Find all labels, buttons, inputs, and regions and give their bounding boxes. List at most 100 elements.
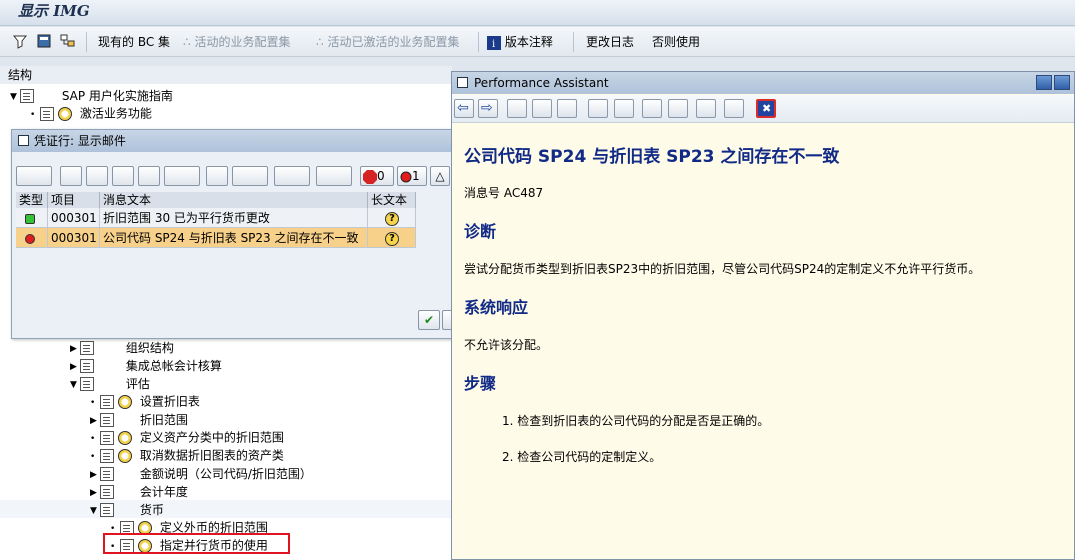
confirm-button[interactable]: ✔ [418, 310, 440, 330]
performance-assistant-window: Performance Assistant ⇦ ⇨ ✖ 公司代码 SP24 与折… [451, 71, 1075, 560]
warning-messages-button[interactable]: △ [430, 166, 450, 186]
message-log-popup: 凭证行: 显示邮件 0 1 △ 类型 项目 消息文本 长文本 000301 折旧… [11, 129, 456, 339]
tree-node-label: 设置折旧表 [139, 394, 200, 409]
longtext-cell[interactable]: ? [368, 228, 416, 248]
tree-node-label: 金额说明（公司代码/折旧范围） [139, 466, 312, 481]
hierarchy-icon[interactable] [60, 33, 76, 49]
expand-arrow-icon[interactable]: ▼ [90, 502, 100, 520]
usage-button[interactable]: 否则使用 [652, 33, 700, 50]
forward-button[interactable]: ⇨ [478, 99, 498, 118]
column-header-type[interactable]: 类型 [16, 192, 48, 208]
tree-node-business-functions[interactable]: • 激活业务功能 [30, 104, 152, 122]
tree-node-label: 组织结构 [125, 340, 174, 355]
tree-node-label: 集成总帐会计核算 [125, 358, 222, 373]
execute-clock-icon[interactable] [118, 394, 132, 409]
window-icon [18, 135, 29, 146]
warning-icon: △ [435, 169, 445, 183]
document-icon [100, 412, 114, 427]
expand-arrow-icon[interactable]: ▼ [70, 376, 80, 394]
help-icon[interactable]: ? [385, 211, 399, 226]
diagnosis-text: 尝试分配货币类型到折旧表SP23中的折旧范围，尽管公司代码SP24的定制定义不允… [464, 262, 981, 276]
error-led-icon [400, 171, 412, 182]
filter-dropdown-button[interactable] [164, 166, 200, 186]
tree-node-deactivate-asset-class[interactable]: • 取消数据折旧图表的资产类 [90, 446, 284, 464]
tree-node-org-structure[interactable]: ▶ 组织结构 [70, 338, 174, 356]
column-header-message[interactable]: 消息文本 [100, 192, 368, 208]
glossary-button[interactable] [507, 99, 527, 118]
stop-messages-button[interactable]: 0 [360, 166, 394, 186]
document-icon[interactable] [36, 33, 52, 49]
filter-icon[interactable] [12, 33, 28, 49]
document-icon [80, 358, 94, 373]
back-button[interactable]: ⇦ [454, 99, 474, 118]
toolbar-separator [86, 32, 87, 52]
active-activated-set-button[interactable]: ∴ 活动已激活的业务配置集 [316, 33, 459, 50]
edit-button[interactable] [557, 99, 577, 118]
system-response-text: 不允许该分配。 [464, 338, 549, 352]
find-button[interactable] [16, 166, 52, 186]
status-cell [16, 208, 48, 228]
help-icon[interactable]: ? [385, 231, 399, 246]
active-set-button[interactable]: ∴ 活动的业务配置集 [183, 33, 290, 50]
maximize-button[interactable] [1054, 75, 1070, 90]
document-icon [80, 376, 94, 391]
message-cell: 公司代码 SP24 与折旧表 SP23 之间存在不一致 [100, 228, 368, 248]
tree-node-label: 折旧范围 [139, 412, 188, 427]
active-activated-set-label: 活动已激活的业务配置集 [327, 35, 460, 49]
tree-node-currency[interactable]: ▼ 货币 [90, 500, 164, 518]
tree-node-amount-spec[interactable]: ▶ 金额说明（公司代码/折旧范围） [90, 464, 312, 482]
tree-node-fiscal-year[interactable]: ▶ 会计年度 [90, 482, 188, 500]
tree-node-depr-areas[interactable]: ▶ 折旧范围 [90, 410, 188, 428]
assistant-toolbar: ⇦ ⇨ ✖ [452, 95, 1074, 123]
print-button[interactable] [60, 166, 82, 186]
find-next-button[interactable] [138, 166, 160, 186]
tree-node-gl-integration[interactable]: ▶ 集成总帐会计核算 [70, 356, 222, 374]
bookmark-button[interactable] [668, 99, 688, 118]
diagnosis-title: 诊断 [464, 222, 497, 241]
message-cell: 折旧范围 30 已为平行货币更改 [100, 208, 368, 228]
release-notes-button[interactable]: i 版本注释 [487, 33, 553, 50]
minimize-button[interactable] [1036, 75, 1052, 90]
notes-button[interactable] [588, 99, 608, 118]
technical-info-button[interactable] [532, 99, 552, 118]
print-button[interactable] [724, 99, 744, 118]
tree-node-depr-chart[interactable]: • 设置折旧表 [90, 392, 200, 410]
expand-arrow-icon[interactable]: ▼ [10, 88, 20, 106]
assistant-header: Performance Assistant [452, 72, 1074, 94]
error-count: 1 [412, 169, 420, 183]
document-icon [20, 88, 34, 103]
longtext-cell[interactable]: ? [368, 208, 416, 228]
print-preview-button[interactable] [206, 166, 228, 186]
views-button[interactable] [232, 166, 268, 186]
table-row[interactable]: 000301 公司代码 SP24 与折旧表 SP23 之间存在不一致 ? [16, 228, 416, 248]
tree-node-label: 评估 [125, 376, 150, 391]
tree-node-asset-class-depr[interactable]: • 定义资产分类中的折旧范围 [90, 428, 284, 446]
export-button[interactable] [274, 166, 310, 186]
item-cell: 000301 [48, 208, 100, 228]
window-icon [457, 77, 468, 88]
binoculars-button[interactable] [112, 166, 134, 186]
table-button[interactable] [642, 99, 662, 118]
main-toolbar: 现有的 BC 集 ∴ 活动的业务配置集 ∴ 活动已激活的业务配置集 i 版本注释… [0, 27, 1075, 57]
procedure-step-2: 2. 检查公司代码的定制定义。 [502, 450, 662, 464]
column-header-longtext[interactable]: 长文本 [368, 192, 416, 208]
execute-clock-icon[interactable] [118, 430, 132, 445]
system-response-title: 系统响应 [464, 298, 529, 317]
procedure-title: 步骤 [464, 374, 497, 393]
layout-button[interactable] [316, 166, 352, 186]
message-number: 消息号 AC487 [464, 186, 544, 200]
execute-clock-icon[interactable] [118, 448, 132, 463]
filter-button[interactable] [86, 166, 108, 186]
table-row[interactable]: 000301 折旧范围 30 已为平行货币更改 ? [16, 208, 416, 228]
export-button[interactable] [696, 99, 716, 118]
execute-clock-icon[interactable] [58, 106, 72, 121]
users-button[interactable] [614, 99, 634, 118]
error-messages-button[interactable]: 1 [397, 166, 427, 186]
bc-set-button[interactable]: 现有的 BC 集 [98, 33, 170, 50]
column-header-item[interactable]: 项目 [48, 192, 100, 208]
tree-node-valuation[interactable]: ▼ 评估 [70, 374, 150, 392]
tree-node-sap-guide[interactable]: ▼ SAP 用户化实施指南 [10, 86, 173, 104]
document-icon [40, 106, 54, 121]
close-button[interactable]: ✖ [756, 99, 776, 118]
change-log-button[interactable]: 更改日志 [586, 33, 634, 50]
